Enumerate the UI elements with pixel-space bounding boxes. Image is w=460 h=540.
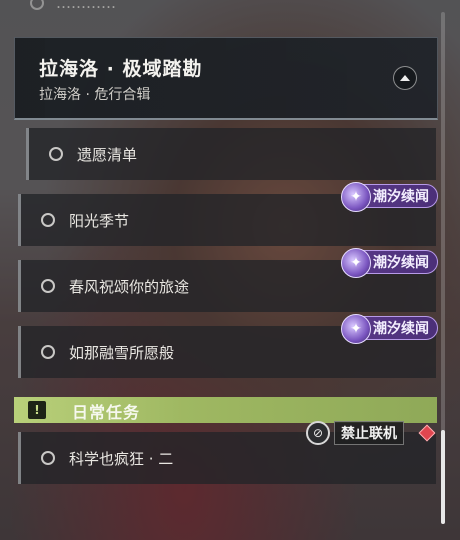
chapter-subtitle: 拉海洛 · 危行合辑 xyxy=(39,87,151,103)
collapse-button[interactable] xyxy=(393,66,417,90)
badge-label: 潮汐续闻 xyxy=(373,255,429,271)
quest-label: 如那融雪所愿般 xyxy=(69,343,175,362)
tidal-badge: ✦ 潮汐续闻 xyxy=(341,182,438,212)
radio-icon xyxy=(41,213,55,227)
tidal-badge: ✦ 潮汐续闻 xyxy=(341,248,438,278)
badge-label: 潮汐续闻 xyxy=(373,321,429,337)
alert-icon: ! xyxy=(28,401,46,419)
tidal-icon: ✦ xyxy=(341,314,371,344)
tidal-badge: ✦ 潮汐续闻 xyxy=(341,314,438,344)
radio-icon xyxy=(41,279,55,293)
tidal-icon: ✦ xyxy=(341,248,371,278)
multiplayer-badge: ⊘ 禁止联机 xyxy=(306,421,404,445)
radio-icon xyxy=(30,0,44,10)
chapter-title: 拉海洛 · 极域踏勘 xyxy=(39,58,203,80)
chapter-header[interactable]: 拉海洛 · 极域踏勘 拉海洛 · 危行合辑 xyxy=(14,37,438,120)
badge-label: 潮汐续闻 xyxy=(373,189,429,205)
no-multiplayer-icon: ⊘ xyxy=(306,421,330,445)
radio-icon xyxy=(49,147,63,161)
alert-icon-glyph: ! xyxy=(34,403,40,417)
daily-section-header[interactable]: ! 日常任务 xyxy=(14,397,437,423)
chevron-up-icon xyxy=(400,75,410,81)
multiplayer-label: 禁止联机 xyxy=(334,421,404,445)
scrollbar-thumb[interactable] xyxy=(441,430,445,524)
radio-icon xyxy=(41,345,55,359)
tidal-icon: ✦ xyxy=(341,182,371,212)
quest-label: 遗愿清单 xyxy=(77,145,138,164)
section-title: 日常任务 xyxy=(72,403,141,422)
list-item[interactable]: ………… xyxy=(30,0,430,14)
quest-label: 科学也疯狂 · 二 xyxy=(69,449,174,468)
quest-label: 春风祝颂你的旅途 xyxy=(69,277,190,296)
quest-label: 阳光季节 xyxy=(69,211,130,230)
quest-item[interactable]: 遗愿清单 xyxy=(26,128,436,180)
quest-label: ………… xyxy=(56,0,116,12)
radio-icon xyxy=(41,451,55,465)
